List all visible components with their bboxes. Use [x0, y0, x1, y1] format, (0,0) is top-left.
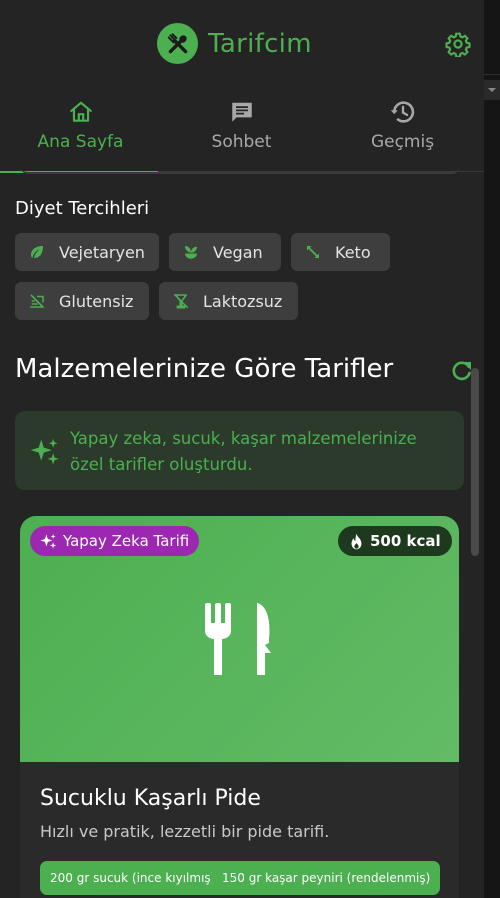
chip-keto[interactable]: Keto [291, 233, 390, 271]
recipe-card[interactable]: Yapay Zeka Tarifi 500 kcal Sucuklu Kaşar… [20, 516, 459, 898]
leaf-icon [27, 242, 47, 262]
recipe-title: Sucuklu Kaşarlı Pide [40, 786, 261, 811]
tab-label: Geçmiş [370, 132, 435, 152]
app-window: Tarifcim Ana Sayfa Sohbet Geçmiş Diyet T… [0, 0, 484, 898]
chip-label: Glutensiz [59, 291, 134, 311]
tab-history[interactable]: Geçmiş [322, 88, 483, 172]
arrows-icon [303, 242, 323, 262]
ai-notice-text: Yapay zeka, sucuk, kaşar malzemelerinize… [70, 429, 417, 474]
tab-bar: Ana Sayfa Sohbet Geçmiş [0, 88, 484, 173]
chip-gluten-free[interactable]: Glutensiz [15, 282, 149, 320]
recipe-description: Hızlı ve pratik, lezzetli bir pide tarif… [40, 822, 330, 841]
chip-label: Laktozsuz [203, 291, 283, 311]
ai-recipe-badge: Yapay Zeka Tarifi [30, 526, 200, 556]
flame-icon [348, 532, 364, 550]
app-title: Tarifcim [208, 28, 312, 59]
chevron-down-icon [488, 88, 496, 92]
ingredient-tag: 150 gr kaşar peyniri (rendelenmiş) [212, 861, 441, 895]
ai-recipe-badge-label: Yapay Zeka Tarifi [63, 532, 190, 550]
window-edge [484, 0, 500, 898]
chip-label: Vejetaryen [59, 242, 145, 262]
header: Tarifcim [0, 0, 484, 88]
history-icon [389, 98, 417, 126]
home-icon [67, 98, 95, 126]
scrollbar-thumb[interactable] [471, 368, 479, 556]
utensils-logo-icon [157, 23, 198, 64]
diet-preferences-title: Diyet Tercihleri [15, 198, 150, 219]
chat-icon [228, 98, 256, 126]
tab-chat[interactable]: Sohbet [161, 88, 322, 172]
chip-label: Vegan [213, 242, 263, 262]
tab-label: Ana Sayfa [37, 132, 124, 152]
ai-notice-banner: Yapay zeka, sucuk, kaşar malzemelerinize… [15, 411, 464, 490]
sparkles-icon [30, 438, 59, 465]
recipes-heading: Malzemelerinize Göre Tarifler [15, 354, 394, 384]
no-gluten-icon [27, 291, 47, 311]
collapsed-panel-edge [20, 166, 460, 174]
chip-lactose-free[interactable]: Laktozsuz [159, 282, 298, 320]
dropdown-button[interactable] [484, 80, 500, 100]
chip-label: Keto [335, 242, 371, 262]
gear-icon [445, 32, 471, 57]
tab-home[interactable]: Ana Sayfa [0, 88, 161, 173]
settings-button[interactable] [444, 30, 472, 58]
calorie-badge-label: 500 kcal [370, 532, 441, 550]
sprout-icon [181, 242, 201, 262]
ingredient-tag: 200 gr sucuk (ince kıyılmış) [40, 861, 226, 895]
tab-label: Sohbet [211, 132, 272, 152]
chip-vegetarian[interactable]: Vejetaryen [15, 233, 159, 271]
sparkles-icon [39, 532, 57, 550]
chip-vegan[interactable]: Vegan [169, 233, 281, 271]
brand: Tarifcim [157, 23, 312, 64]
calorie-badge: 500 kcal [338, 526, 452, 556]
utensils-icon [205, 603, 271, 675]
divider [484, 74, 500, 75]
no-drink-icon [171, 291, 191, 311]
